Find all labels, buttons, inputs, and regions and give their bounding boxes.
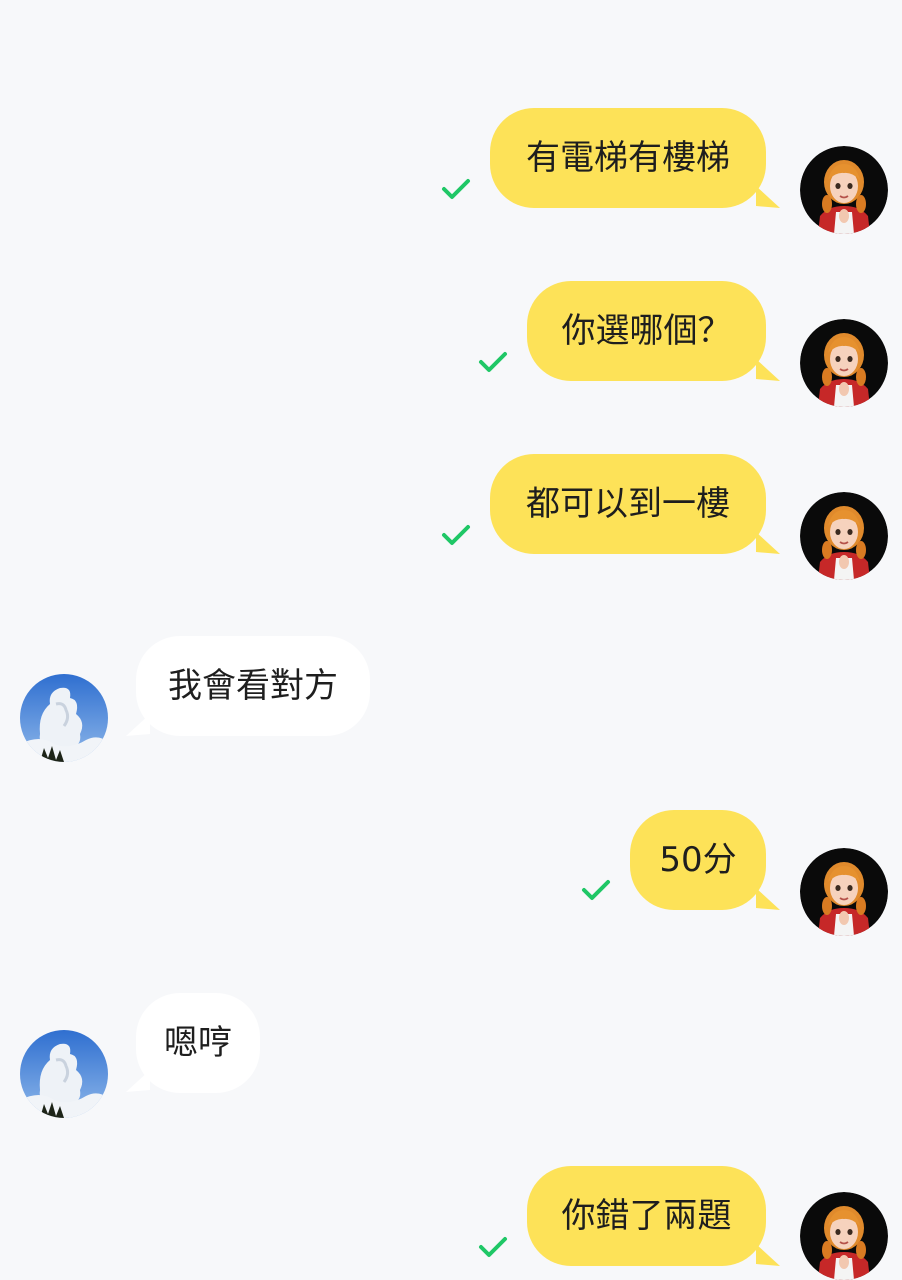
message-bubble[interactable]: 我會看對方 (136, 636, 370, 736)
message-bubble[interactable]: 你錯了兩題 (527, 1166, 766, 1266)
check-icon (479, 1237, 507, 1257)
check-icon (442, 525, 470, 545)
message-bubble[interactable]: 嗯哼 (136, 993, 260, 1093)
contact-avatar[interactable] (20, 1030, 108, 1118)
bubble-tail (756, 1244, 780, 1266)
bubble-tail (756, 359, 780, 381)
self-avatar[interactable] (800, 848, 888, 936)
self-avatar[interactable] (800, 146, 888, 234)
bubble-tail (756, 532, 780, 554)
self-avatar[interactable] (800, 319, 888, 407)
check-icon (479, 352, 507, 372)
self-avatar[interactable] (800, 492, 888, 580)
bubble-tail (756, 888, 780, 910)
contact-avatar[interactable] (20, 674, 108, 762)
check-icon (582, 880, 610, 900)
self-avatar[interactable] (800, 1192, 888, 1280)
check-icon (442, 179, 470, 199)
message-bubble[interactable]: 都可以到一樓 (490, 454, 766, 554)
message-bubble[interactable]: 有電梯有樓梯 (490, 108, 766, 208)
bubble-tail (756, 186, 780, 208)
message-bubble[interactable]: 你選哪個？ (527, 281, 766, 381)
message-bubble[interactable]: 50分 (630, 810, 766, 910)
